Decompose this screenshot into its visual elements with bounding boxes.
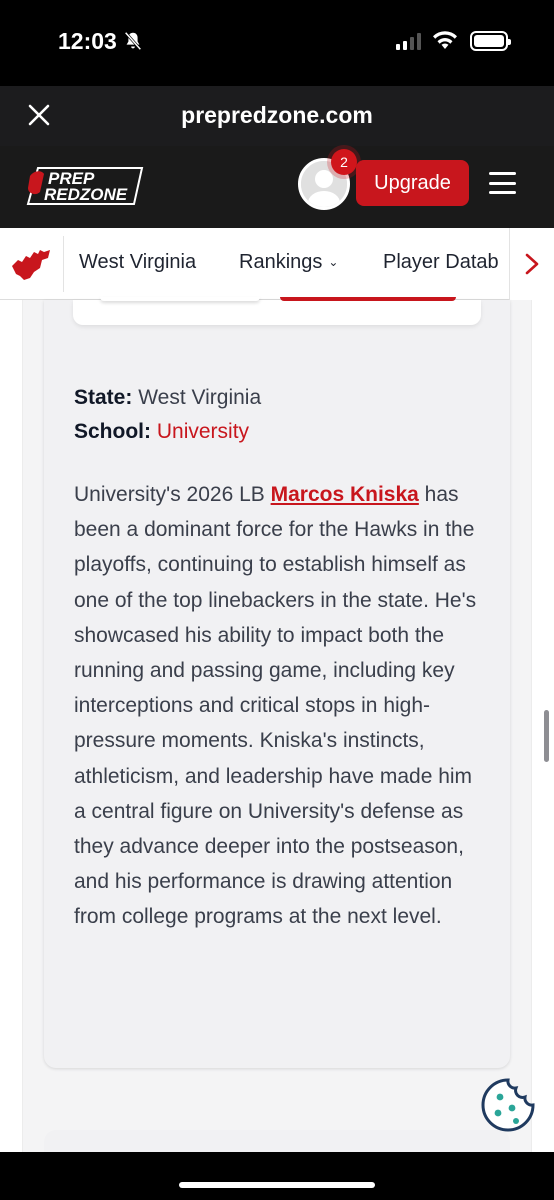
article-text-prefix: University's 2026 LB: [74, 483, 271, 506]
school-label: School:: [74, 420, 151, 443]
nav-divider: [63, 236, 64, 292]
nav-item-west-virginia[interactable]: West Virginia: [79, 251, 196, 274]
wifi-icon: [433, 31, 457, 49]
nav-item-player-database[interactable]: Player Datab: [383, 251, 499, 274]
browser-bar: prepredzone.com: [0, 86, 554, 146]
nav-scroll-right-button[interactable]: [509, 228, 554, 300]
west-virginia-icon[interactable]: [10, 246, 52, 282]
upgrade-button[interactable]: Upgrade: [356, 160, 469, 206]
scrollbar[interactable]: [544, 710, 549, 762]
status-time: 12:03: [58, 28, 117, 54]
state-value: West Virginia: [138, 386, 262, 409]
menu-icon[interactable]: [489, 172, 516, 194]
action-card: [73, 300, 481, 325]
article-body: University's 2026 LB Marcos Kniska has b…: [74, 477, 484, 935]
site-logo[interactable]: PREP REDZONE: [22, 162, 150, 210]
article-text: has been a dominant force for the Hawks …: [74, 483, 477, 929]
url-display[interactable]: prepredzone.com: [0, 102, 554, 129]
chevron-down-icon: ⌄: [328, 255, 339, 269]
school-line: School: University: [74, 420, 249, 444]
site-header: PREP REDZONE: [0, 146, 554, 228]
svg-text:REDZONE: REDZONE: [44, 185, 128, 204]
battery-icon: [470, 31, 511, 51]
player-link[interactable]: Marcos Kniska: [271, 483, 419, 506]
home-indicator[interactable]: [179, 1182, 375, 1188]
state-label: State:: [74, 386, 133, 409]
secondary-action-button[interactable]: [100, 297, 260, 301]
status-bar: 12:03: [0, 0, 554, 86]
nav-item-rankings-label: Rankings: [239, 251, 323, 273]
bell-off-icon: [124, 31, 142, 51]
signal-icon: [396, 33, 421, 50]
school-value[interactable]: University: [157, 420, 249, 443]
state-line: State: West Virginia: [74, 386, 261, 410]
cookie-icon[interactable]: [478, 1075, 538, 1135]
primary-action-button[interactable]: [280, 297, 456, 301]
chevron-right-icon: [525, 253, 539, 275]
home-bar: [0, 1152, 554, 1200]
nav-item-rankings[interactable]: Rankings ⌄: [239, 251, 338, 274]
notification-badge[interactable]: 2: [331, 149, 357, 175]
